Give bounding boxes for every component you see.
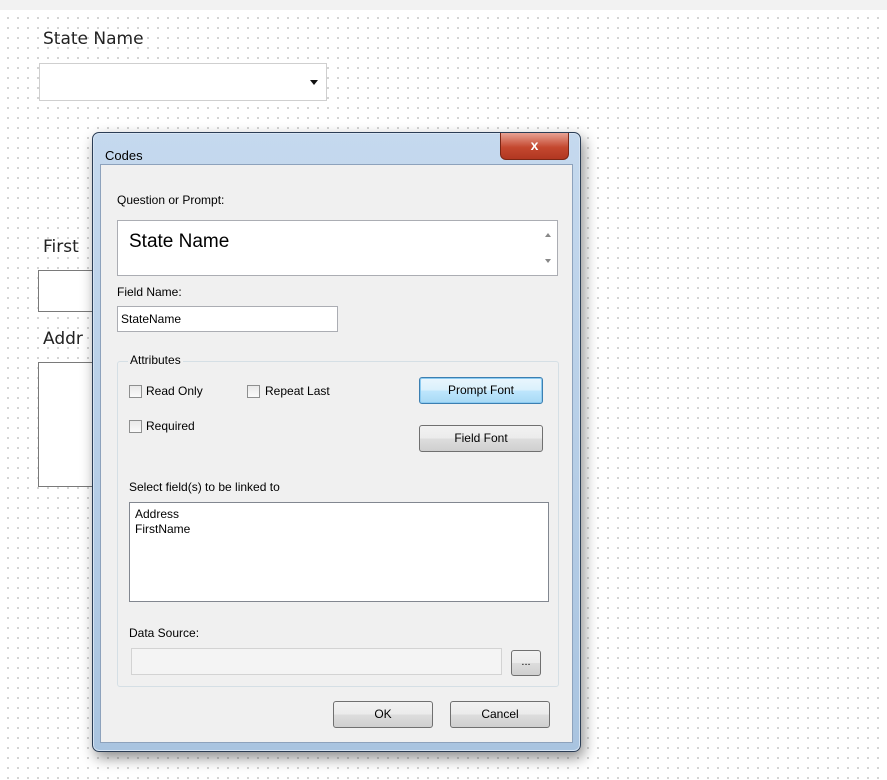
prompt-font-button[interactable]: Prompt Font xyxy=(419,377,543,404)
question-prompt-label: Question or Prompt: xyxy=(117,193,225,207)
scroll-down-icon[interactable] xyxy=(545,259,551,263)
scroll-up-icon[interactable] xyxy=(545,233,551,237)
top-strip xyxy=(0,0,887,10)
linked-fields-label: Select field(s) to be linked to xyxy=(129,480,280,494)
dropdown-arrow-icon[interactable] xyxy=(310,80,318,85)
repeat-last-checkbox[interactable] xyxy=(247,385,260,398)
repeat-last-label[interactable]: Repeat Last xyxy=(265,384,330,398)
linked-fields-listbox[interactable]: Address FirstName xyxy=(129,502,549,602)
data-source-label: Data Source: xyxy=(129,626,200,640)
data-source-input xyxy=(131,648,502,675)
read-only-checkbox[interactable] xyxy=(129,385,142,398)
prompt-scrollbar[interactable] xyxy=(540,221,557,275)
read-only-label[interactable]: Read Only xyxy=(146,384,203,398)
field-name-label: Field Name: xyxy=(117,285,182,299)
required-checkbox[interactable] xyxy=(129,420,142,433)
codes-dialog: Codes x Question or Prompt: State Name F… xyxy=(92,132,581,752)
list-item-firstname[interactable]: FirstName xyxy=(130,522,548,537)
cancel-button[interactable]: Cancel xyxy=(450,701,550,728)
prompt-textarea[interactable]: State Name xyxy=(117,220,558,276)
attributes-label: Attributes xyxy=(128,353,183,367)
prompt-text: State Name xyxy=(129,231,230,252)
browse-button[interactable]: ... xyxy=(511,650,541,676)
required-label[interactable]: Required xyxy=(146,419,195,433)
state-name-label: State Name xyxy=(43,29,144,49)
ok-button[interactable]: OK xyxy=(333,701,433,728)
state-name-combobox[interactable] xyxy=(39,63,327,101)
dialog-client-area: Question or Prompt: State Name Field Nam… xyxy=(100,164,573,743)
address-label: Addr xyxy=(43,329,83,349)
dialog-title: Codes xyxy=(105,148,143,163)
first-name-label: First xyxy=(43,237,79,257)
field-name-input[interactable] xyxy=(117,306,338,332)
list-item-address[interactable]: Address xyxy=(130,507,548,522)
close-button[interactable]: x xyxy=(500,133,569,160)
close-icon: x xyxy=(530,137,539,153)
field-font-button[interactable]: Field Font xyxy=(419,425,543,452)
